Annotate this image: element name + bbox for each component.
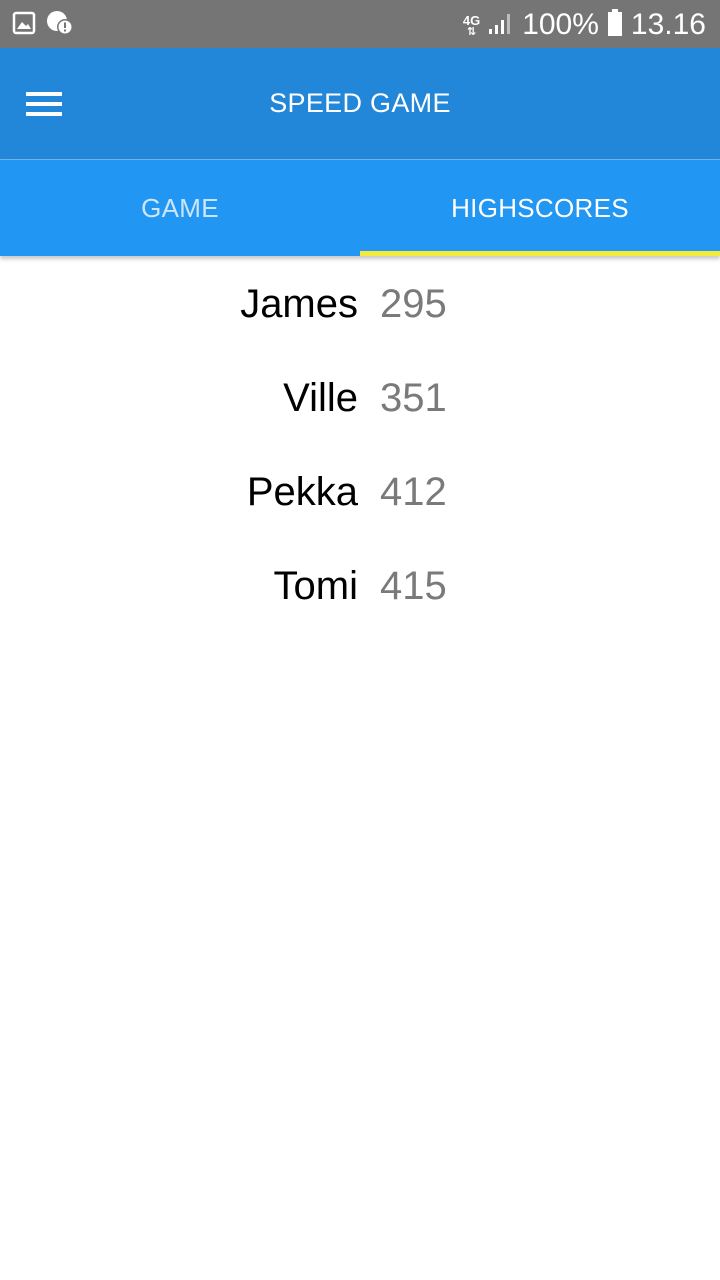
highscore-list: James 295 Ville 351 Pekka 412 Tomi 415	[0, 258, 720, 634]
tab-game[interactable]: GAME	[0, 160, 360, 256]
player-score: 351	[380, 376, 447, 420]
data-arrows-icon: ⇅	[466, 25, 477, 38]
menu-button[interactable]	[20, 80, 68, 128]
player-score: 412	[380, 470, 447, 514]
alert-icon	[46, 10, 74, 41]
tab-highscores[interactable]: HIGHSCORES	[360, 160, 720, 256]
tab-game-label: GAME	[141, 192, 219, 223]
battery-percent: 100%	[522, 8, 599, 41]
highscore-row: Pekka 412	[0, 446, 720, 540]
page-title: SPEED GAME	[269, 88, 451, 118]
network-type: 4G ⇅	[462, 12, 481, 38]
signal-icon	[488, 11, 514, 40]
highscore-row: James 295	[0, 258, 720, 352]
highscore-row: Ville 351	[0, 352, 720, 446]
player-name: James	[240, 282, 358, 326]
player-name: Ville	[283, 376, 358, 420]
player-score: 415	[380, 564, 447, 608]
app-bar: SPEED GAME	[0, 48, 720, 159]
network-label: 4G	[462, 12, 481, 28]
image-icon	[12, 11, 36, 40]
status-system: 4G ⇅ 100% 13.16	[463, 6, 706, 44]
status-bar: 4G ⇅ 100% 13.16	[0, 0, 720, 48]
tab-selected-indicator	[360, 251, 720, 256]
hamburger-menu-icon	[20, 92, 68, 132]
highscore-row: Tomi 415	[0, 540, 720, 634]
battery-icon	[607, 8, 623, 42]
status-time: 13.16	[630, 8, 706, 41]
player-name: Tomi	[273, 564, 358, 608]
player-score: 295	[380, 282, 447, 326]
tab-highscores-label: HIGHSCORES	[451, 192, 629, 223]
status-notifications	[12, 10, 74, 41]
player-name: Pekka	[246, 470, 358, 514]
tab-bar: GAME HIGHSCORES	[0, 160, 720, 256]
